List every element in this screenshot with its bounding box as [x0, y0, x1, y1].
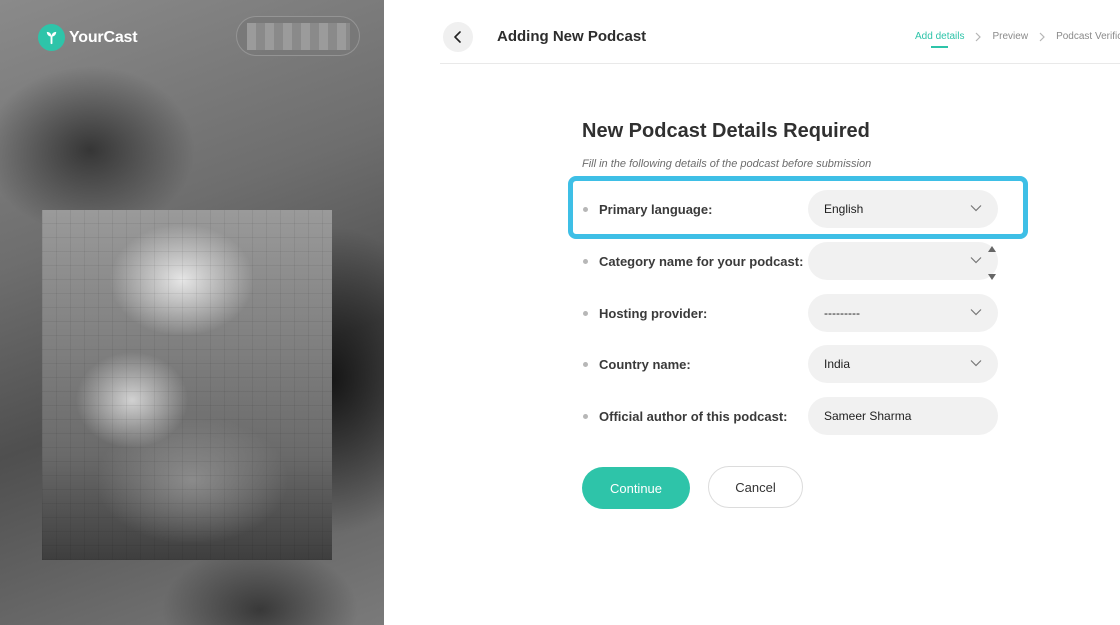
step-add-details[interactable]: Add details [915, 31, 964, 48]
arrow-up-icon[interactable] [988, 246, 996, 252]
hosting-provider-select[interactable]: --------- [808, 294, 998, 332]
page-title: Adding New Podcast [497, 28, 647, 45]
field-label: Country name: [599, 357, 691, 372]
chevron-down-icon [970, 205, 982, 212]
chevron-right-icon [1039, 32, 1045, 42]
stepper: Add details Preview Podcast Verific [915, 31, 1120, 48]
bullet [583, 362, 588, 367]
arrow-down-icon[interactable] [988, 274, 996, 280]
form-subtitle: Fill in the following details of the pod… [582, 158, 872, 170]
brand-name: YourCast [69, 28, 138, 46]
step-preview[interactable]: Preview [992, 31, 1028, 42]
chevron-left-icon [454, 31, 461, 43]
chevron-down-icon [970, 257, 982, 264]
field-row-author: Official author of this podcast: Sameer … [582, 397, 1002, 435]
brand-logo[interactable]: YourCast [38, 24, 138, 51]
bullet [583, 414, 588, 419]
bullet [583, 259, 588, 264]
logo-icon [38, 24, 65, 51]
continue-button[interactable]: Continue [582, 467, 690, 509]
page: YourCast Adding New Podcast Add details … [0, 0, 1120, 625]
header-divider [440, 63, 1120, 64]
bullet [583, 207, 588, 212]
select-value: --------- [824, 306, 860, 320]
country-select[interactable]: India [808, 345, 998, 383]
primary-language-select[interactable]: English [808, 190, 998, 228]
author-input[interactable]: Sameer Sharma [808, 397, 998, 435]
input-value: Sameer Sharma [824, 409, 912, 423]
field-label: Category name for your podcast: [599, 254, 804, 269]
pixelated-image [42, 210, 332, 560]
field-label: Primary language: [599, 202, 713, 217]
select-value: India [824, 357, 851, 371]
scroll-arrows[interactable] [988, 246, 998, 280]
blurred-account-button[interactable] [236, 16, 360, 56]
chevron-right-icon [975, 32, 982, 42]
field-label: Hosting provider: [599, 306, 708, 321]
select-value: English [824, 202, 864, 216]
field-label: Official author of this podcast: [599, 409, 788, 424]
form-title: New Podcast Details Required [582, 120, 870, 142]
field-row-primary-language: Primary language: English [582, 190, 1002, 228]
chevron-down-icon [970, 360, 982, 367]
left-hero-panel: YourCast [0, 0, 384, 625]
field-row-category: Category name for your podcast: [582, 242, 1002, 280]
cancel-button[interactable]: Cancel [708, 466, 803, 508]
chevron-down-icon [970, 309, 982, 316]
bullet [583, 311, 588, 316]
header: Adding New Podcast Add details Preview P… [384, 0, 1120, 64]
back-button[interactable] [443, 22, 473, 52]
category-select[interactable] [808, 242, 998, 280]
field-row-hosting-provider: Hosting provider: --------- [582, 294, 1002, 332]
field-row-country: Country name: India [582, 345, 1002, 383]
step-podcast-verification[interactable]: Podcast Verific [1056, 31, 1120, 42]
